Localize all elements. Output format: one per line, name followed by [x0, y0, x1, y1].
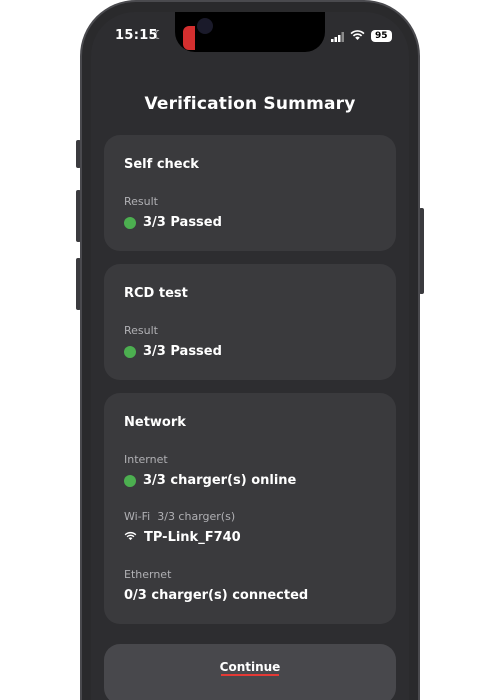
wifi-ssid: TP-Link_F740 — [144, 530, 241, 545]
rcd-test-result: 3/3 Passed — [124, 344, 222, 359]
continue-underline — [221, 674, 279, 676]
internet-status: 3/3 charger(s) online — [124, 473, 296, 488]
network-title: Network — [124, 415, 186, 430]
ethernet-label: Ethernet — [124, 568, 172, 581]
screen: 15:15 ☾ 95 Verification Summary Self che… — [91, 12, 409, 700]
page-title: Verification Summary — [144, 94, 356, 114]
continue-button[interactable]: Continue — [104, 644, 396, 700]
internet-label: Internet — [124, 453, 168, 466]
wifi-status-icon — [350, 29, 365, 45]
rcd-test-title: RCD test — [124, 286, 188, 301]
network-card: Network Internet 3/3 charger(s) online W… — [104, 393, 396, 624]
rcd-test-result-value: 3/3 Passed — [143, 344, 222, 359]
signal-icon — [331, 31, 345, 46]
self-check-result: 3/3 Passed — [124, 215, 222, 230]
self-check-title: Self check — [124, 157, 199, 172]
wifi-label: Wi-Fi 3/3 charger(s) — [124, 510, 236, 523]
status-dot-icon — [124, 345, 136, 358]
rcd-test-card: RCD test Result 3/3 Passed — [104, 264, 396, 380]
rcd-test-result-label: Result — [124, 324, 158, 337]
wifi-status: TP-Link_F740 — [124, 530, 241, 545]
self-check-card: Self check Result 3/3 Passed — [104, 135, 396, 251]
battery-icon: 95 — [371, 30, 392, 42]
status-dot-icon — [124, 216, 136, 229]
status-dot-icon — [124, 474, 136, 487]
self-check-result-label: Result — [124, 195, 158, 208]
continue-label: Continue — [219, 660, 281, 674]
moon-icon: ☾ — [153, 28, 164, 42]
ethernet-value: 0/3 charger(s) connected — [124, 588, 309, 603]
self-check-result-value: 3/3 Passed — [143, 215, 222, 230]
status-time: 15:15 — [115, 28, 158, 43]
internet-value: 3/3 charger(s) online — [143, 473, 297, 488]
status-bar: 15:15 ☾ 95 — [91, 28, 409, 48]
wifi-icon — [124, 530, 137, 545]
